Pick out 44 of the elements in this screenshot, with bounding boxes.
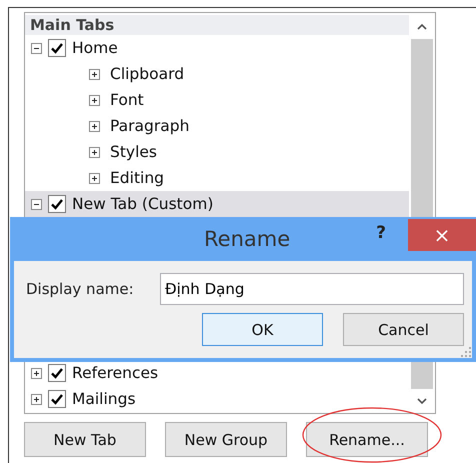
dialog-button[interactable]: Cancel [343, 313, 464, 346]
checkbox[interactable] [48, 364, 66, 382]
expand-icon[interactable] [89, 172, 100, 184]
checkbox[interactable] [48, 195, 66, 213]
action-button[interactable]: Rename... [306, 422, 428, 457]
item-label: References [72, 364, 158, 382]
collapse-icon[interactable] [31, 198, 42, 210]
expand-icon[interactable] [31, 394, 42, 404]
dialog-button[interactable]: OK [202, 313, 323, 346]
field-label: Display name: [26, 280, 135, 298]
item-label: Mailings [72, 390, 136, 408]
scroll-up-icon[interactable] [417, 23, 427, 31]
action-button[interactable]: New Group [165, 422, 287, 457]
expand-icon[interactable] [89, 120, 100, 132]
group-label[interactable]: Styles [110, 143, 158, 161]
tree-item[interactable]: Home [25, 35, 409, 61]
checkmark-icon [50, 197, 64, 211]
display-name-field[interactable]: Định Dạng [160, 273, 464, 305]
item-label: New Tab (Custom) [72, 195, 214, 213]
group-label[interactable]: Font [110, 91, 144, 109]
tree-header: Main Tabs [25, 15, 409, 35]
scroll-down-icon[interactable] [417, 397, 427, 405]
checkmark-icon [50, 392, 64, 406]
group-label[interactable]: Paragraph [110, 117, 190, 135]
expand-icon[interactable] [31, 368, 42, 378]
checkbox[interactable] [48, 390, 66, 408]
dialog-title: Rename [204, 226, 290, 251]
expand-icon[interactable] [89, 146, 100, 158]
checkmark-icon [50, 366, 64, 380]
action-button[interactable]: New Tab [24, 422, 146, 457]
tree-item[interactable]: New Tab (Custom) [25, 191, 409, 217]
checkmark-icon [50, 41, 64, 55]
group-label[interactable]: Editing [110, 169, 164, 187]
help-button[interactable]: ? [376, 223, 386, 243]
collapse-icon[interactable] [31, 42, 42, 54]
close-button[interactable]: × [408, 219, 476, 251]
group-label[interactable]: Clipboard [110, 65, 184, 83]
tree-item[interactable]: Mailings [25, 386, 409, 412]
expand-icon[interactable] [89, 94, 100, 106]
resize-grip-icon[interactable] [461, 347, 471, 357]
expand-icon[interactable] [89, 68, 100, 80]
item-label: Home [72, 39, 118, 57]
checkbox[interactable] [48, 39, 66, 57]
tree-item[interactable]: References [25, 360, 409, 386]
